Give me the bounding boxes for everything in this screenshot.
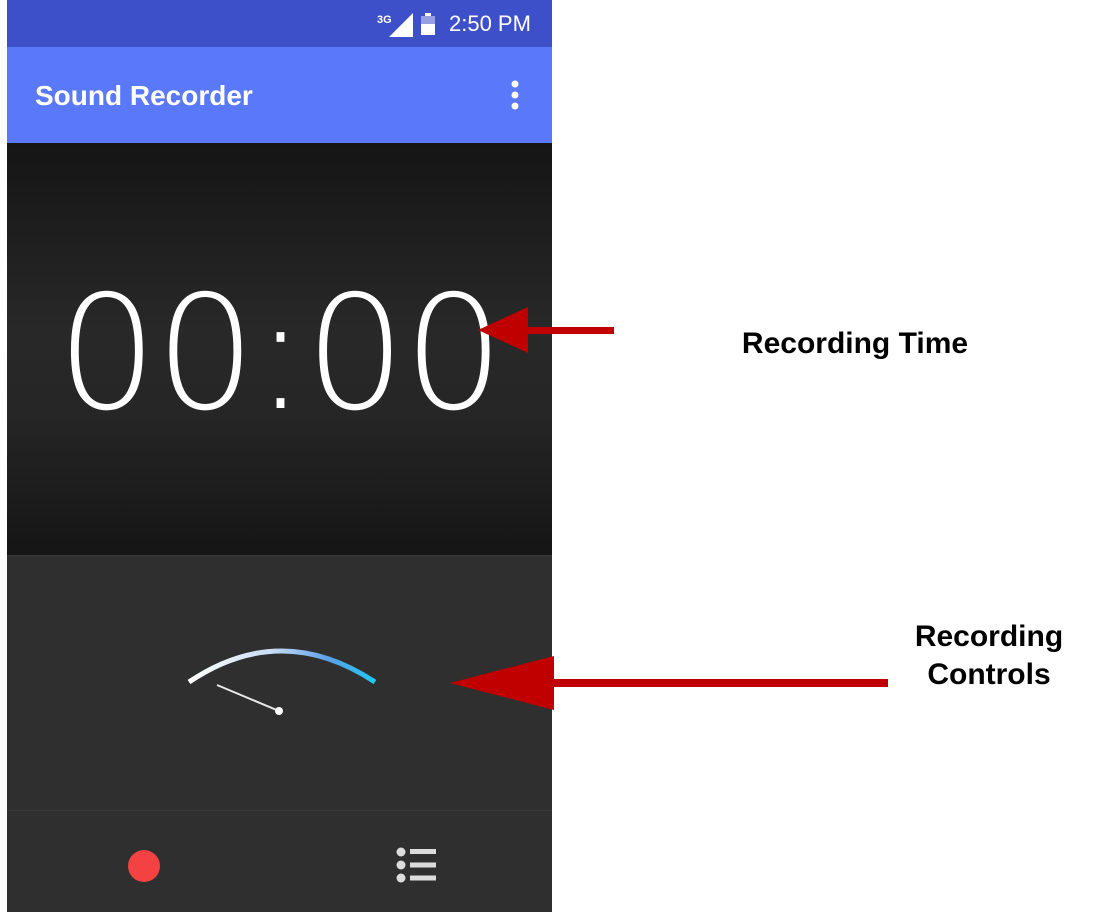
timer-panel: 00:00 [7, 143, 552, 555]
battery-icon [421, 13, 435, 35]
recording-controls-label: Recording Controls [893, 618, 1085, 694]
status-bar: 3G 2:50 PM [7, 0, 552, 47]
recording-controls-label-line2: Controls [927, 658, 1051, 691]
bottom-toolbar [7, 810, 552, 912]
recording-time-arrow [478, 307, 614, 353]
recording-controls-label-line1: Recording [914, 620, 1064, 653]
more-vert-icon[interactable] [503, 77, 527, 113]
recording-controls-arrow [450, 656, 888, 710]
app-title: Sound Recorder [35, 80, 253, 111]
signal-icon: 3G [375, 13, 413, 37]
recording-timer: 00:00 [56, 262, 504, 446]
vu-meter-arc [187, 648, 377, 685]
record-button[interactable] [128, 850, 160, 882]
status-time: 2:50 PM [449, 11, 531, 36]
phone-screen: 3G 2:50 PM Sound Recorder 00:00 [7, 0, 552, 912]
recording-time-label: Recording Time [741, 327, 969, 360]
recordings-list-icon[interactable] [395, 847, 437, 883]
vu-meter-pivot [275, 707, 283, 715]
network-type-label: 3G [377, 14, 392, 26]
vu-meter-needle [216, 684, 280, 712]
vu-meter [175, 632, 391, 732]
app-bar: Sound Recorder [7, 47, 552, 143]
